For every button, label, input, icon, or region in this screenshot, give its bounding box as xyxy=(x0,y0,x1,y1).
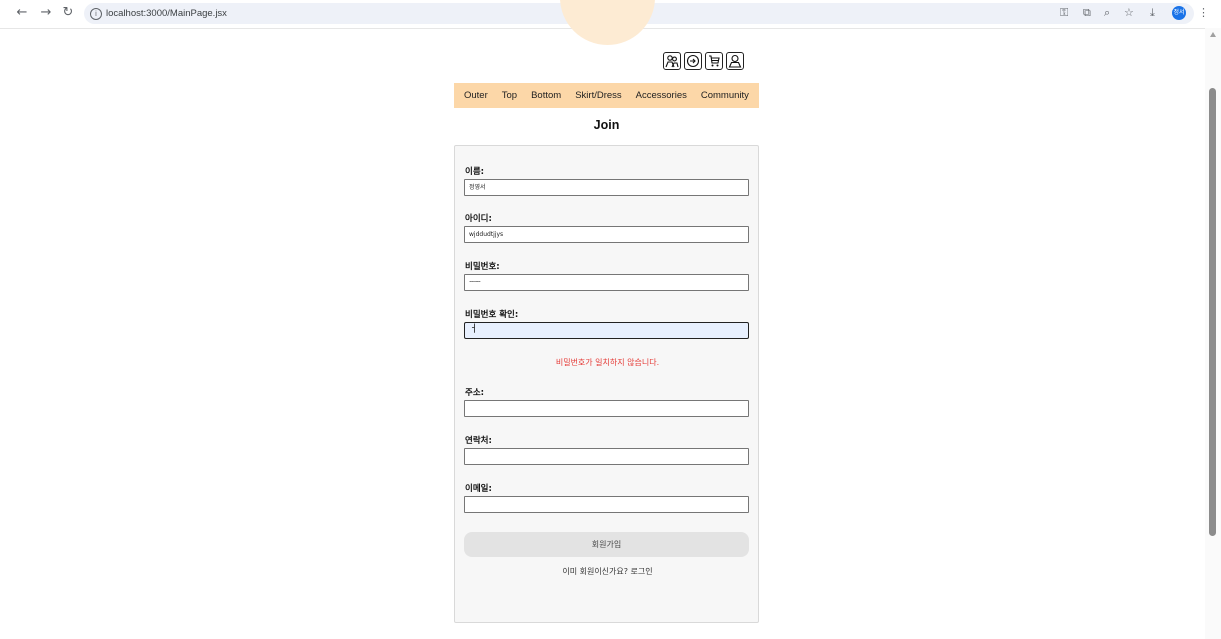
password-field[interactable]: ············ xyxy=(464,274,749,291)
page-title: Join xyxy=(593,118,620,132)
nav-item-bottom[interactable]: Bottom xyxy=(531,90,561,101)
menu-kebab-icon[interactable]: ⋮ xyxy=(1198,5,1209,21)
site-logo[interactable] xyxy=(560,0,655,45)
password-confirm-label: 비밀번호 확인: xyxy=(465,310,519,320)
password-confirm-value: ㅓ xyxy=(469,324,479,335)
name-label: 이름: xyxy=(465,167,485,177)
nav-item-community[interactable]: Community xyxy=(701,90,749,101)
join-form: 이름: 정영서 아이디: wjddudtjjys 비밀번호: ·········… xyxy=(454,145,759,623)
cast-icon[interactable]: ⧉ xyxy=(1083,5,1091,21)
download-icon[interactable]: ⤓ xyxy=(1150,5,1155,21)
id-field[interactable]: wjddudtjjys xyxy=(464,226,749,243)
category-nav: Outer Top Bottom Skirt/Dress Accessories… xyxy=(454,83,759,108)
profile-avatar[interactable]: 정서 xyxy=(1172,6,1186,20)
scroll-thumb[interactable] xyxy=(1209,88,1216,536)
reload-icon[interactable]: ↻ xyxy=(60,5,76,21)
signup-button[interactable]: 회원가입 xyxy=(464,532,749,557)
user-icon[interactable] xyxy=(726,52,744,70)
login-link[interactable]: 이미 회원이신가요? 로그인 xyxy=(455,566,760,577)
password-confirm-field[interactable]: ㅓ xyxy=(464,322,749,339)
nav-item-accessories[interactable]: Accessories xyxy=(636,90,687,101)
forward-icon[interactable]: → xyxy=(38,5,54,21)
phone-label: 연락처: xyxy=(465,436,492,446)
id-label: 아이디: xyxy=(465,214,492,224)
nav-item-outer[interactable]: Outer xyxy=(464,90,488,101)
site-info-icon[interactable]: i xyxy=(90,8,102,20)
address-field[interactable] xyxy=(464,400,749,417)
error-message: 비밀번호가 일치하지 않습니다. xyxy=(555,358,660,367)
back-icon[interactable]: ← xyxy=(14,5,30,21)
email-label: 이메일: xyxy=(465,484,492,494)
page-scrollbar[interactable] xyxy=(1205,28,1221,639)
cart-icon[interactable] xyxy=(705,52,723,70)
name-field[interactable]: 정영서 xyxy=(464,179,749,196)
nav-item-skirt-dress[interactable]: Skirt/Dress xyxy=(575,90,621,101)
scroll-up-icon[interactable] xyxy=(1210,32,1216,37)
zoom-icon[interactable]: ⌕ xyxy=(1104,5,1110,21)
people-icon[interactable] xyxy=(663,52,681,70)
email-field[interactable] xyxy=(464,496,749,513)
phone-field[interactable] xyxy=(464,448,749,465)
bookmark-star-icon[interactable]: ☆ xyxy=(1124,5,1134,21)
password-label: 비밀번호: xyxy=(465,262,500,272)
login-icon[interactable] xyxy=(684,52,702,70)
address-label: 주소: xyxy=(465,388,485,398)
password-key-icon[interactable]: ⚿ xyxy=(1060,5,1068,21)
header-icon-bar xyxy=(663,52,744,74)
url-text: localhost:3000/MainPage.jsx xyxy=(106,8,227,19)
nav-item-top[interactable]: Top xyxy=(502,90,517,101)
